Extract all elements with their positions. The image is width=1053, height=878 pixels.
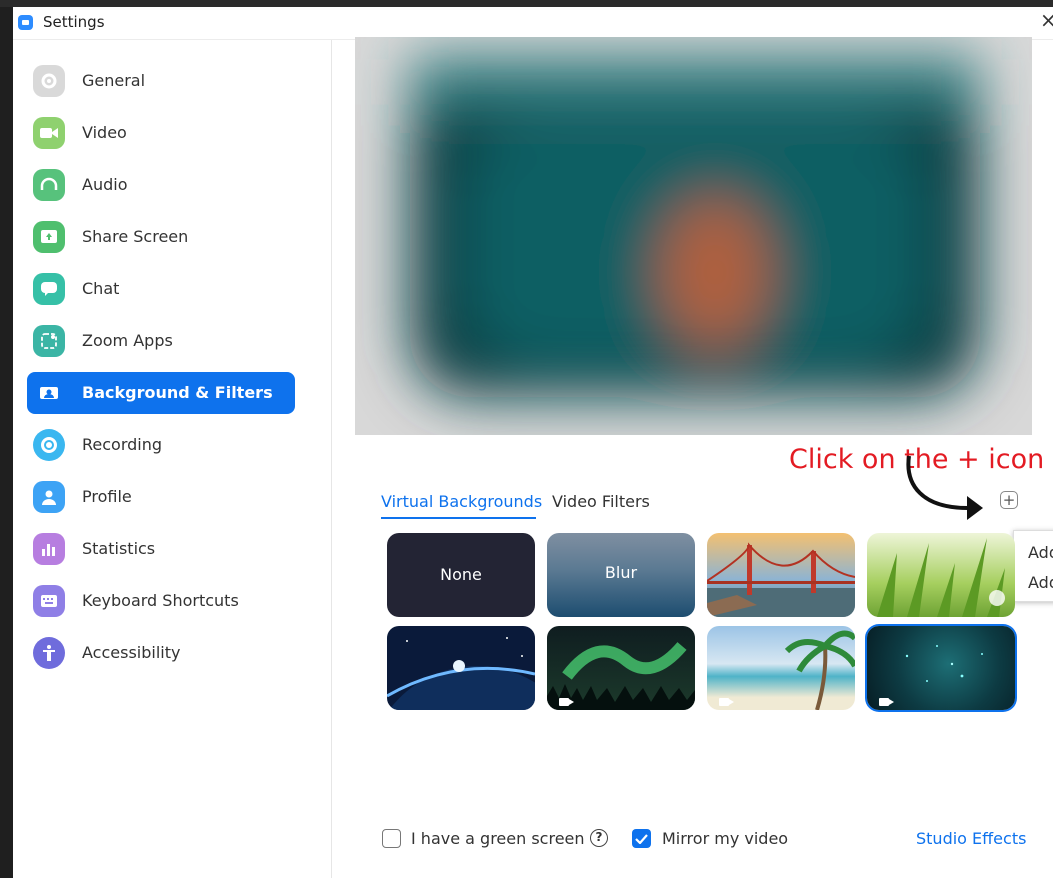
green-screen-label: I have a green screen xyxy=(411,829,585,848)
teal-particles-image[interactable] xyxy=(867,626,1015,710)
sidebar-item-label: Background & Filters xyxy=(82,383,273,402)
sidebar-item-label: Share Screen xyxy=(82,227,189,246)
gear-icon xyxy=(33,65,65,97)
help-icon[interactable]: ? xyxy=(590,829,608,847)
beach-palm-image[interactable] xyxy=(707,626,855,710)
mirror-video-label: Mirror my video xyxy=(662,829,789,848)
headphones-icon xyxy=(33,169,65,201)
sidebar-item-label: Statistics xyxy=(82,539,156,558)
aurora-image[interactable] xyxy=(547,626,695,710)
settings-sidebar: General Video Audio Share Screen Chat Zo… xyxy=(13,40,332,878)
sidebar-item-audio[interactable]: Audio xyxy=(27,164,295,206)
tab-video-filters[interactable]: Video Filters xyxy=(552,492,650,511)
video-camera-icon xyxy=(879,698,894,706)
sidebar-item-profile[interactable]: Profile xyxy=(27,476,295,518)
screen-top-edge xyxy=(0,0,1053,7)
add-menu: Add Add xyxy=(1013,530,1053,602)
mirror-video-checkbox[interactable] xyxy=(632,829,651,848)
thumb-label: Blur xyxy=(604,563,638,582)
apps-icon xyxy=(33,325,65,357)
sidebar-item-label: Recording xyxy=(82,435,163,454)
annotation-arrow-icon xyxy=(906,455,983,520)
sidebar-item-label: Zoom Apps xyxy=(82,331,173,350)
video-camera-icon xyxy=(559,698,574,706)
accessibility-icon xyxy=(33,637,65,669)
grass-image[interactable] xyxy=(867,533,1015,617)
background-thumb-blur[interactable]: Blur xyxy=(547,533,695,617)
share-screen-icon xyxy=(33,221,65,253)
sidebar-item-video[interactable]: Video xyxy=(27,112,295,154)
sidebar-item-label: Video xyxy=(82,123,127,142)
sidebar-item-label: Audio xyxy=(82,175,128,194)
thumb-label: None xyxy=(440,565,482,584)
earth-from-space-image[interactable] xyxy=(387,626,535,710)
sidebar-item-label: Keyboard Shortcuts xyxy=(82,591,239,610)
sidebar-item-accessibility[interactable]: Accessibility xyxy=(27,632,295,674)
checkmark-icon xyxy=(635,833,648,844)
tab-virtual-backgrounds[interactable]: Virtual Backgrounds xyxy=(381,492,542,511)
studio-effects-link[interactable]: Studio Effects xyxy=(916,829,1026,848)
title-bar: Settings × xyxy=(13,7,1053,40)
add-menu-item[interactable]: Add xyxy=(1028,573,1053,592)
window-title: Settings xyxy=(43,13,105,31)
sidebar-item-keyboard-shortcuts[interactable]: Keyboard Shortcuts xyxy=(27,580,295,622)
sidebar-item-label: Accessibility xyxy=(82,643,181,662)
settings-window: Settings × General Video Audio Share Scr… xyxy=(13,7,1053,878)
sidebar-item-statistics[interactable]: Statistics xyxy=(27,528,295,570)
active-tab-indicator xyxy=(381,517,536,519)
background-icon xyxy=(33,377,65,409)
zoom-app-icon xyxy=(18,15,33,30)
chat-bubble-icon xyxy=(33,273,65,305)
add-menu-item[interactable]: Add xyxy=(1028,543,1053,562)
sidebar-item-label: Chat xyxy=(82,279,120,298)
sidebar-item-share-screen[interactable]: Share Screen xyxy=(27,216,295,258)
golden-gate-bridge-image[interactable] xyxy=(707,533,855,617)
profile-icon xyxy=(33,481,65,513)
video-preview xyxy=(355,37,1032,435)
sidebar-item-recording[interactable]: Recording xyxy=(27,424,295,466)
statistics-icon xyxy=(33,533,65,565)
green-screen-checkbox[interactable] xyxy=(382,829,401,848)
video-camera-icon xyxy=(719,698,734,706)
close-icon[interactable]: × xyxy=(1040,10,1053,30)
keyboard-icon xyxy=(33,585,65,617)
background-thumb-none[interactable]: None xyxy=(387,533,535,617)
sidebar-item-label: General xyxy=(82,71,146,90)
sidebar-item-background-filters[interactable]: Background & Filters xyxy=(27,372,295,414)
sidebar-item-chat[interactable]: Chat xyxy=(27,268,295,310)
recording-icon xyxy=(33,429,65,461)
add-background-button[interactable]: + xyxy=(1000,491,1018,509)
sidebar-item-zoom-apps[interactable]: Zoom Apps xyxy=(27,320,295,362)
sidebar-item-label: Profile xyxy=(82,487,132,506)
video-camera-icon xyxy=(33,117,65,149)
sidebar-item-general[interactable]: General xyxy=(27,60,295,102)
